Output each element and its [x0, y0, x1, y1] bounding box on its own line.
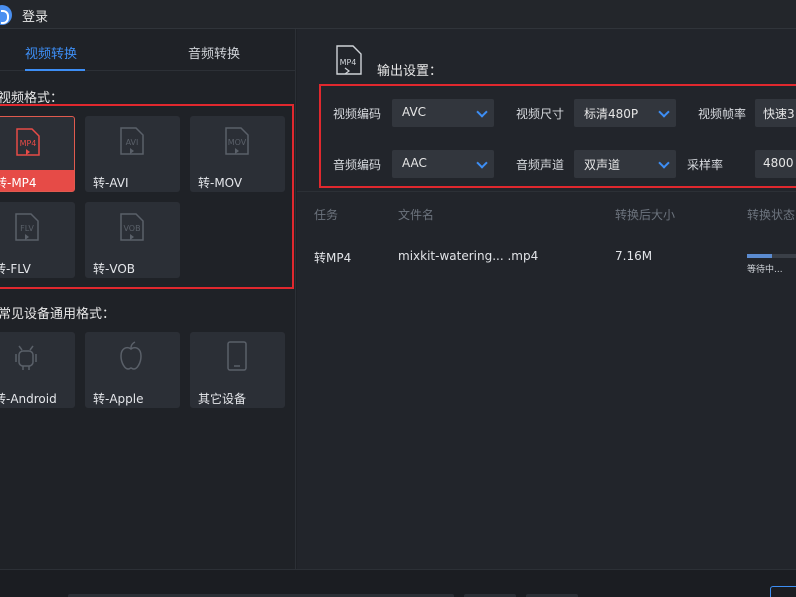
format-tile-avi[interactable]: AVI 转-AVI — [85, 116, 180, 192]
task-table-header: 任务 文件名 转换后大小 转换状态 — [297, 191, 796, 231]
svg-text:VOB: VOB — [123, 224, 140, 233]
audio-channel-label: 音频声道 — [516, 158, 565, 172]
output-settings-title: 输出设置： — [377, 64, 443, 79]
device-tile-other[interactable]: 其它设备 — [190, 332, 285, 408]
app-logo-icon — [0, 5, 12, 25]
login-link[interactable]: 登录 — [22, 6, 48, 25]
flv-file-icon: FLV — [15, 213, 39, 241]
frame-rate-label: 视频帧率 — [698, 107, 747, 121]
audio-codec-select[interactable]: AAC — [392, 150, 494, 178]
title-bar: 登录 — [0, 0, 796, 29]
vob-file-icon: VOB — [120, 213, 144, 241]
sample-rate-label: 采样率 — [687, 158, 724, 172]
device-label: 其它设备 — [198, 392, 247, 406]
device-tile-android[interactable]: 转-Android — [0, 332, 75, 408]
mp4-output-icon: MP4 — [336, 45, 362, 75]
device-tile-apple[interactable]: 转-Apple — [85, 332, 180, 408]
video-size-select[interactable]: 标清480P — [574, 99, 676, 127]
col-size: 转换后大小 — [615, 208, 676, 222]
audio-channel-select[interactable]: 双声道 — [574, 150, 676, 178]
format-tile-vob[interactable]: VOB 转-VOB — [85, 202, 180, 278]
bottom-bar — [0, 569, 796, 597]
svg-text:MOV: MOV — [228, 138, 247, 147]
format-label: 转-VOB — [93, 262, 136, 276]
mp4-file-icon: MP4 — [16, 128, 40, 156]
status-cell: 等待中... — [747, 265, 783, 275]
video-codec-label: 视频编码 — [333, 107, 382, 121]
svg-text:MP4: MP4 — [340, 58, 357, 67]
col-task: 任务 — [314, 208, 339, 222]
format-label: 转-MP4 — [0, 176, 37, 190]
left-panel: 视频转换 音频转换 视频格式： MP4 转-MP4 AVI 转-AVI MOV … — [0, 29, 296, 569]
svg-text:AVI: AVI — [126, 138, 139, 147]
right-panel: MP4 输出设置： 视频编码 AVC 视频尺寸 标清480P 视频帧率 快速3 … — [297, 29, 796, 569]
chevron-down-icon — [658, 106, 670, 118]
audio-codec-label: 音频编码 — [333, 158, 382, 172]
progress-fill — [747, 254, 772, 258]
android-icon — [15, 345, 37, 370]
chevron-down-icon — [476, 157, 488, 169]
apple-icon — [120, 341, 142, 370]
size-cell: 7.16M — [615, 249, 653, 263]
svg-text:MP4: MP4 — [20, 139, 37, 148]
format-tile-mov[interactable]: MOV 转-MOV — [190, 116, 285, 192]
conversion-tabs: 视频转换 音频转换 — [0, 29, 296, 71]
chevron-down-icon — [658, 157, 670, 169]
frame-rate-select[interactable]: 快速3 — [755, 99, 796, 127]
video-size-label: 视频尺寸 — [516, 107, 565, 121]
tab-audio-convert[interactable]: 音频转换 — [188, 43, 240, 62]
format-tile-flv[interactable]: FLV 转-FLV — [0, 202, 75, 278]
format-label: 转-AVI — [93, 176, 129, 190]
start-convert-button[interactable] — [770, 586, 796, 597]
device-label: 转-Android — [0, 392, 57, 406]
svg-text:FLV: FLV — [20, 224, 34, 233]
filename-cell: mixkit-watering... .mp4 — [398, 249, 539, 263]
format-label: 转-MOV — [198, 176, 243, 190]
video-codec-select[interactable]: AVC — [392, 99, 494, 127]
sample-rate-select[interactable]: 4800 — [755, 150, 796, 178]
active-tab-indicator — [25, 69, 85, 71]
avi-file-icon: AVI — [120, 127, 144, 155]
tab-video-convert[interactable]: 视频转换 — [25, 43, 77, 62]
tablet-icon — [227, 341, 247, 371]
output-header: MP4 输出设置： — [297, 29, 796, 81]
chevron-down-icon — [476, 106, 488, 118]
format-label: 转-FLV — [0, 262, 31, 276]
col-filename: 文件名 — [398, 208, 435, 222]
device-format-heading: 常见设备通用格式： — [0, 307, 116, 322]
format-tile-mp4[interactable]: MP4 转-MP4 — [0, 116, 75, 192]
mov-file-icon: MOV — [225, 127, 249, 155]
device-label: 转-Apple — [93, 392, 144, 406]
table-row[interactable]: 转MP4 mixkit-watering... .mp4 7.16M 等待中..… — [297, 234, 796, 284]
output-settings-box: 视频编码 AVC 视频尺寸 标清480P 视频帧率 快速3 音频编码 AAC 音… — [319, 84, 796, 188]
progress-bar — [747, 254, 796, 258]
task-cell: 转MP4 — [314, 251, 352, 265]
col-status: 转换状态 — [747, 208, 796, 222]
